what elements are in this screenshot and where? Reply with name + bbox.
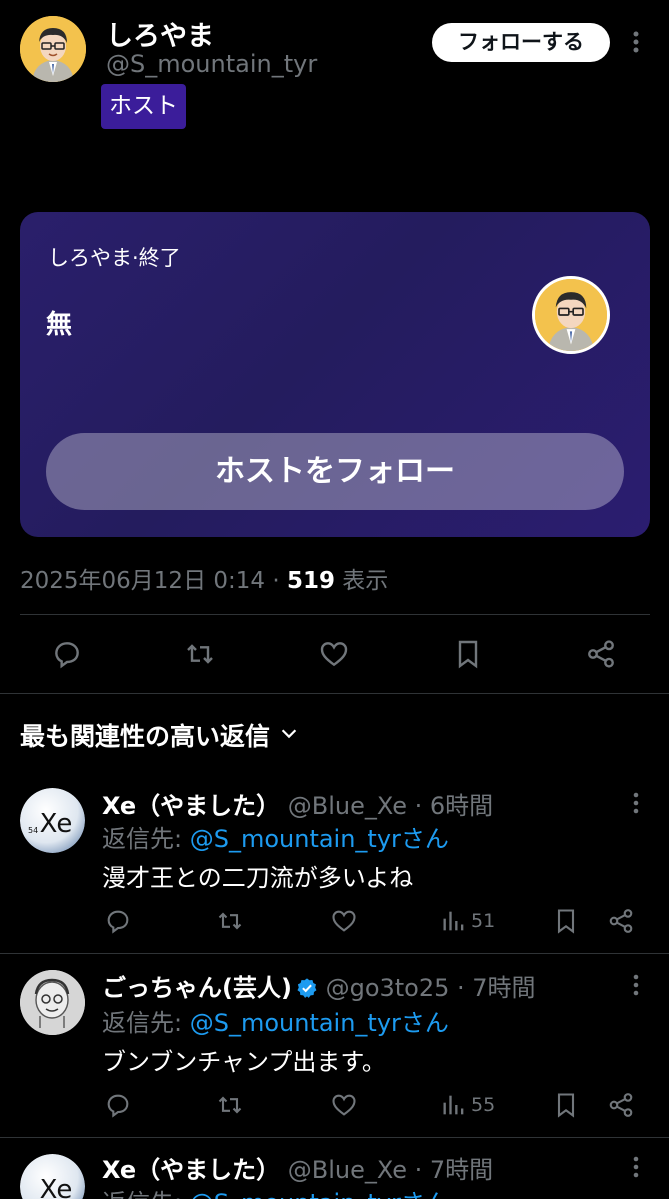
bookmark-icon[interactable]	[552, 907, 580, 935]
reply-icon[interactable]	[104, 1091, 132, 1119]
reply-to-line: 返信先: @S_mountain_tyrさん	[102, 1003, 449, 1038]
host-badge: ホスト	[101, 84, 186, 129]
views-icon[interactable]	[440, 1091, 468, 1119]
share-icon[interactable]	[585, 638, 617, 670]
reply-item[interactable]: Xe 54 Xe（やました） @Blue_Xe · 6時間 返信先: @S_mo…	[0, 770, 669, 953]
reply-item[interactable]: ごっちゃん(芸人) @go3to25 · 7時間 返信先: @S_mountai…	[0, 954, 669, 1137]
more-options-icon[interactable]	[624, 1154, 648, 1180]
space-card[interactable]: しろやま·終了 無 ホストをフォロー	[20, 212, 650, 537]
views-count: 519	[286, 568, 335, 594]
svg-text:54: 54	[28, 826, 38, 835]
reply-to-line: 返信先: @S_mountain_tyrさん	[102, 1183, 449, 1199]
retweet-icon[interactable]	[216, 1091, 244, 1119]
reply-views-count: 51	[471, 910, 496, 932]
reply-to-mention[interactable]: @S_mountain_tyrさん	[190, 1189, 449, 1199]
reply-to-mention[interactable]: @S_mountain_tyrさん	[190, 825, 449, 853]
share-icon[interactable]	[607, 907, 635, 935]
reply-to-prefix: 返信先:	[102, 1189, 190, 1199]
reply-avatar[interactable]: Xe 54	[20, 788, 85, 853]
tweet-datetime[interactable]: 2025年06月12日 0:14	[20, 568, 265, 594]
space-meta: しろやま·終了	[48, 246, 181, 270]
author-handle[interactable]: @S_mountain_tyr	[106, 50, 317, 78]
reply-author-name[interactable]: ごっちゃん(芸人)	[102, 974, 292, 1002]
reply-author-handle[interactable]: @go3to25 · 7時間	[326, 974, 536, 1002]
bookmark-icon[interactable]	[552, 1091, 580, 1119]
divider	[0, 693, 669, 694]
replies-sort-label: 最も関連性の高い返信	[20, 722, 271, 751]
tweet-actions	[0, 615, 669, 693]
author-avatar[interactable]	[20, 16, 86, 82]
tweet-meta: 2025年06月12日 0:14 · 519 表示	[20, 561, 388, 595]
author-name[interactable]: しろやま	[106, 14, 214, 53]
reply-views-count: 55	[471, 1094, 496, 1116]
meta-separator: ·	[265, 568, 287, 594]
like-icon[interactable]	[318, 638, 350, 670]
more-options-icon[interactable]	[624, 972, 648, 998]
tweet-header: しろやま @S_mountain_tyr ホスト フォローする	[0, 0, 669, 140]
reply-author-handle[interactable]: @Blue_Xe · 6時間	[288, 792, 493, 820]
reply-avatar[interactable]: Xe	[20, 1154, 85, 1199]
space-host-avatar[interactable]	[532, 276, 610, 354]
reply-to-prefix: 返信先:	[102, 1009, 190, 1037]
svg-text:Xe: Xe	[40, 809, 73, 839]
reply-avatar[interactable]	[20, 970, 85, 1035]
follow-button[interactable]: フォローする	[432, 23, 610, 62]
reply-to-mention[interactable]: @S_mountain_tyrさん	[190, 1009, 449, 1037]
views-icon[interactable]	[440, 907, 468, 935]
reply-author-name[interactable]: Xe（やました）	[102, 1156, 280, 1184]
like-icon[interactable]	[330, 907, 358, 935]
reply-text: ブンブンチャンプ出ます。	[102, 1048, 386, 1076]
reply-text: 漫才王との二刀流が多いよね	[102, 864, 414, 892]
reply-icon[interactable]	[51, 638, 83, 670]
reply-icon[interactable]	[104, 907, 132, 935]
share-icon[interactable]	[607, 1091, 635, 1119]
space-title: 無	[46, 310, 73, 340]
replies-sort-selector[interactable]: 最も関連性の高い返信	[20, 717, 300, 753]
reply-author-name[interactable]: Xe（やました）	[102, 792, 280, 820]
bookmark-icon[interactable]	[452, 638, 484, 670]
more-options-icon[interactable]	[624, 28, 648, 56]
verified-badge-icon	[296, 977, 318, 999]
retweet-icon[interactable]	[216, 907, 244, 935]
like-icon[interactable]	[330, 1091, 358, 1119]
chevron-down-icon	[278, 721, 300, 750]
reply-to-prefix: 返信先:	[102, 825, 190, 853]
more-options-icon[interactable]	[624, 790, 648, 816]
follow-host-button[interactable]: ホストをフォロー	[46, 433, 624, 510]
retweet-icon[interactable]	[184, 638, 216, 670]
svg-text:Xe: Xe	[40, 1175, 73, 1199]
reply-author-handle[interactable]: @Blue_Xe · 7時間	[288, 1156, 493, 1184]
reply-item[interactable]: Xe Xe（やました） @Blue_Xe · 7時間 返信先: @S_mount…	[0, 1138, 669, 1199]
views-label: 表示	[334, 568, 389, 594]
reply-to-line: 返信先: @S_mountain_tyrさん	[102, 819, 449, 854]
